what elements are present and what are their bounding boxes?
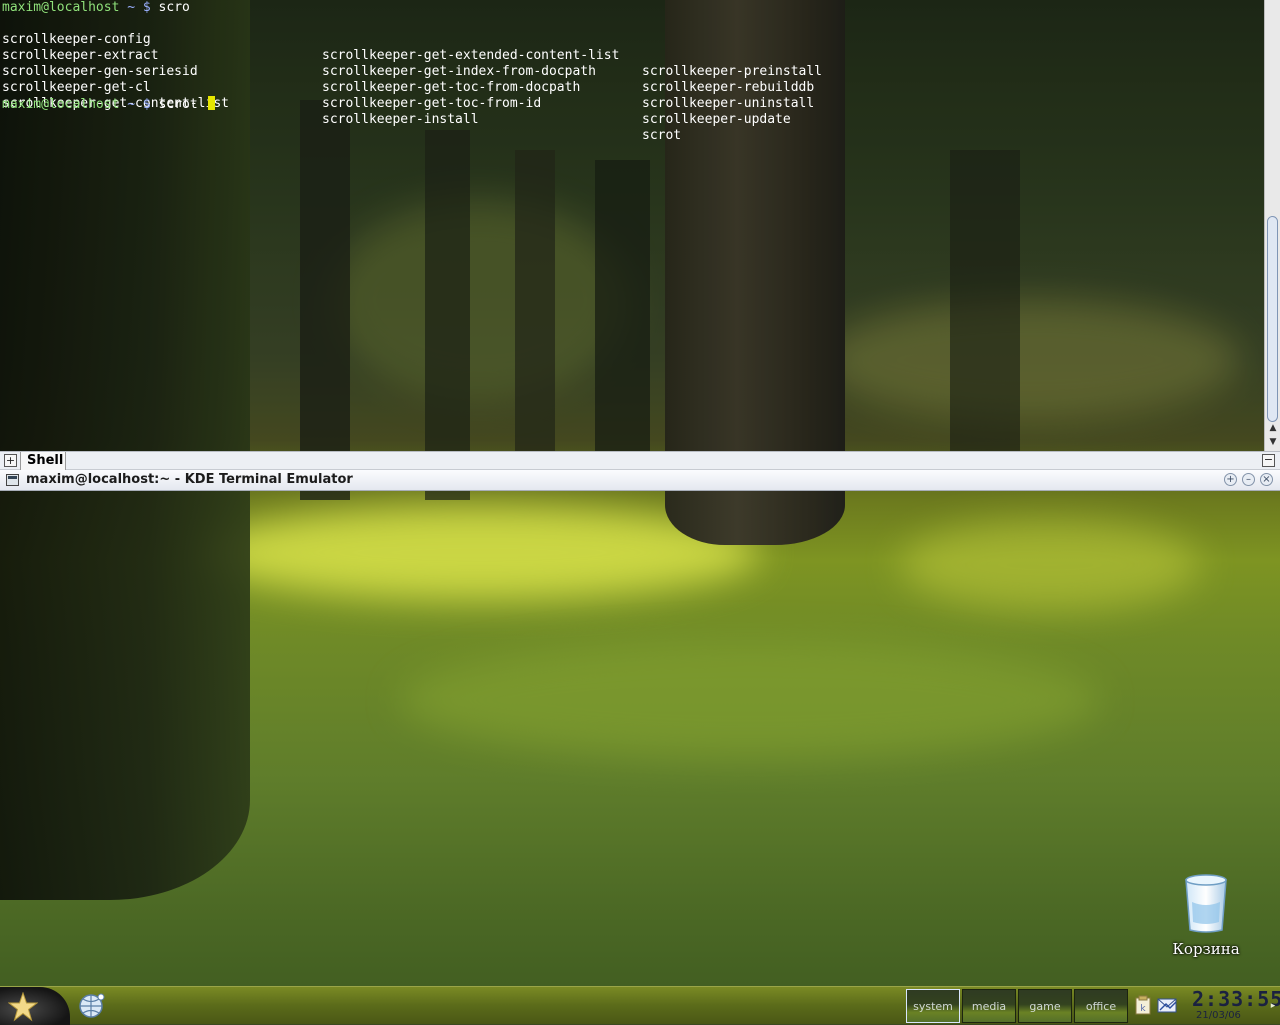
star-icon [8,992,38,1022]
close-button[interactable]: × [1260,473,1273,486]
new-tab-button[interactable]: + [4,454,17,467]
kde-panel: system media game office k 2:33:55 21/03… [0,986,1280,1025]
desktop-pager-media[interactable]: media [962,989,1016,1023]
k-menu-button[interactable] [0,987,70,1025]
completion-item: scrollkeeper-update [642,112,791,127]
scroll-down-arrow-icon[interactable]: ▼ [1268,437,1278,447]
pager-label: system [913,1000,953,1013]
session-tab-bar: + Shell − [0,451,1280,470]
scrollbar-thumb[interactable] [1267,216,1278,422]
clock-date[interactable]: 21/03/06 [1196,1010,1256,1022]
terminal-app-icon[interactable] [6,474,19,486]
mail-notification-icon[interactable] [1157,995,1177,1015]
command-text: scro [150,0,190,15]
completion-row: scrollkeeper-get-cl scrollkeeper-get-toc… [2,64,1002,127]
panel-hide-arrow-icon[interactable]: ▸ [1268,989,1278,1023]
prompt-user: maxim@localhost [2,97,120,112]
desktop-pager-office[interactable]: office [1074,989,1128,1023]
prompt-path: ~ $ [119,0,151,15]
prompt-user: maxim@localhost [2,0,120,15]
terminal-line: maxim@localhost ~ $ scro [2,0,190,16]
terminal-scrollbar[interactable]: ▲ ▼ [1264,0,1280,451]
desktop-pager-system[interactable]: system [906,989,960,1023]
konsole-window[interactable]: maxim@localhost ~ $ scro scrollkeeper-co… [0,0,1280,491]
trash-label: Корзина [1172,940,1240,958]
trash-desktop-icon[interactable]: Корзина [1166,872,1246,962]
text-cursor [207,96,215,110]
pager-label: media [971,1000,1007,1013]
clock-time[interactable]: 2:33:55 [1192,989,1280,1009]
pager-label: office [1085,1000,1117,1013]
window-title: maxim@localhost:~ - KDE Terminal Emulato… [26,472,353,487]
completion-item: scrollkeeper-uninstall [642,96,815,111]
window-titlebar[interactable]: maxim@localhost:~ - KDE Terminal Emulato… [0,470,1280,491]
terminal-output[interactable]: maxim@localhost ~ $ scro scrollkeeper-co… [0,0,1264,451]
desktop-pager-game[interactable]: game [1018,989,1072,1023]
network-globe-icon[interactable] [74,989,108,1023]
completion-row: scrollkeeper-get-content-list scrollkeep… [2,80,1002,143]
completion-item: scrollkeeper-install [322,112,479,127]
terminal-line: maxim@localhost ~ $ scrot [2,96,215,112]
sticky-button[interactable]: + [1224,473,1237,486]
completion-row: scrollkeeper-gen-seriesid scrollkeeper-g… [2,48,1002,111]
minimize-button[interactable]: – [1242,473,1255,486]
scroll-up-arrow-icon[interactable]: ▲ [1268,423,1278,433]
close-tab-button[interactable]: − [1262,454,1275,467]
completion-item: scrollkeeper-get-toc-from-id [322,96,542,111]
klipper-clipboard-icon[interactable]: k [1133,995,1153,1015]
prompt-path: ~ $ [119,97,151,112]
command-text: scrot [150,97,206,112]
tab-shell[interactable]: Shell [20,452,66,470]
trash-bin-icon [1185,874,1227,933]
completion-row: scrollkeeper-extract scrollkeeper-get-in… [2,32,1002,95]
svg-text:k: k [1140,1004,1146,1014]
completion-row: scrollkeeper-config scrollkeeper-get-ext… [2,16,1002,79]
pager-label: game [1029,1000,1061,1013]
completion-item: scrot [642,128,682,143]
